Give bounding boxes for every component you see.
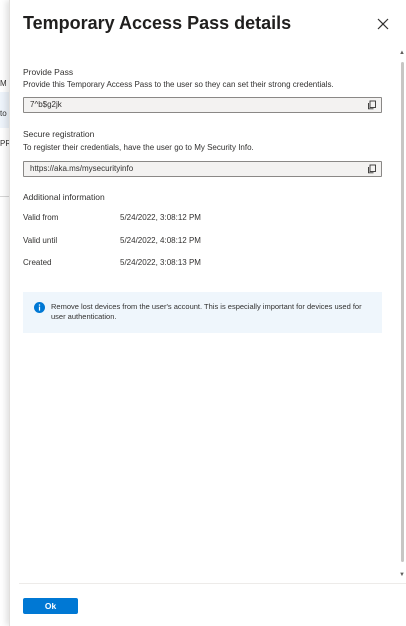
created-label: Created xyxy=(23,258,52,267)
copy-icon[interactable] xyxy=(367,164,377,174)
background-page: M to PR xyxy=(0,0,9,626)
background-text-fragment: PR xyxy=(0,139,9,148)
provide-pass-description: Provide this Temporary Access Pass to th… xyxy=(23,80,334,89)
screen: M to PR Temporary Access Pass details Pr… xyxy=(0,0,406,626)
close-icon xyxy=(377,18,389,30)
scrollbar[interactable]: ▲ ▼ xyxy=(399,50,406,580)
pass-field[interactable]: 7^b$g2jk xyxy=(23,97,382,113)
registration-url-value: https://aka.ms/mysecurityinfo xyxy=(30,164,134,173)
info-message-text: Remove lost devices from the user's acco… xyxy=(51,302,362,321)
copy-icon[interactable] xyxy=(367,100,377,110)
provide-pass-label: Provide Pass xyxy=(23,67,74,77)
valid-until-value: 5/24/2022, 4:08:12 PM xyxy=(120,236,201,245)
pass-value: 7^b$g2jk xyxy=(30,100,62,109)
background-divider xyxy=(0,196,9,197)
details-panel: Temporary Access Pass details Provide Pa… xyxy=(9,0,406,626)
ok-button[interactable]: Ok xyxy=(23,598,78,614)
close-button[interactable] xyxy=(374,15,392,33)
panel-title: Temporary Access Pass details xyxy=(23,13,292,33)
additional-information-heading: Additional information xyxy=(23,192,105,202)
secure-registration-description: To register their credentials, have the … xyxy=(23,143,254,152)
valid-from-value: 5/24/2022, 3:08:12 PM xyxy=(120,213,201,222)
background-text-fragment: M xyxy=(0,79,7,88)
scroll-up-arrow-icon[interactable]: ▲ xyxy=(399,50,405,56)
secure-registration-label: Secure registration xyxy=(23,129,95,139)
info-icon xyxy=(34,302,45,313)
valid-until-label: Valid until xyxy=(23,236,58,245)
valid-from-label: Valid from xyxy=(23,213,59,222)
scroll-down-arrow-icon[interactable]: ▼ xyxy=(399,572,405,578)
background-text-fragment: to xyxy=(0,109,7,118)
registration-url-field[interactable]: https://aka.ms/mysecurityinfo xyxy=(23,161,382,177)
footer-divider xyxy=(19,583,406,584)
info-message-bar: Remove lost devices from the user's acco… xyxy=(23,292,382,333)
created-value: 5/24/2022, 3:08:13 PM xyxy=(120,258,201,267)
scrollbar-thumb[interactable] xyxy=(401,62,404,562)
